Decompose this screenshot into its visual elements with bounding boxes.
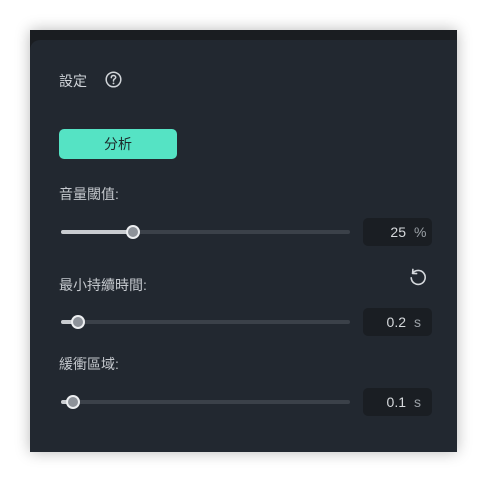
settings-panel: 設定 分析 音量閾值: 25 % 最小持續時間: 0.2 s 緩衝區域: 0.1… — [30, 40, 457, 452]
min-duration-label: 最小持續時間: — [59, 277, 147, 293]
volume-threshold-input[interactable]: 25 — [363, 218, 406, 246]
volume-threshold-unit: % — [414, 224, 427, 240]
min-duration-slider[interactable] — [61, 315, 350, 329]
buffer-zone-label: 緩衝區域: — [59, 356, 119, 372]
min-duration-input[interactable]: 0.2 — [363, 308, 406, 336]
buffer-zone-input[interactable]: 0.1 — [363, 388, 406, 416]
min-duration-unit: s — [414, 314, 421, 330]
volume-threshold-value-box[interactable]: 25 % — [363, 218, 432, 246]
reset-icon[interactable] — [408, 267, 428, 287]
buffer-zone-value-box[interactable]: 0.1 s — [363, 388, 432, 416]
settings-title: 設定 — [59, 73, 87, 89]
volume-threshold-slider[interactable] — [61, 225, 350, 239]
buffer-zone-unit: s — [414, 394, 421, 410]
slider-fill — [61, 230, 134, 234]
volume-threshold-label: 音量閾值: — [59, 186, 119, 202]
slider-thumb[interactable] — [65, 395, 80, 409]
slider-thumb[interactable] — [71, 315, 86, 329]
settings-window: 設定 分析 音量閾值: 25 % 最小持續時間: 0.2 s 緩衝區域: 0.1… — [30, 30, 457, 452]
buffer-zone-slider[interactable] — [61, 395, 350, 409]
min-duration-value-box[interactable]: 0.2 s — [363, 308, 432, 336]
analyze-button[interactable]: 分析 — [59, 129, 177, 159]
question-circle-icon[interactable] — [105, 71, 122, 88]
slider-thumb[interactable] — [126, 225, 141, 239]
